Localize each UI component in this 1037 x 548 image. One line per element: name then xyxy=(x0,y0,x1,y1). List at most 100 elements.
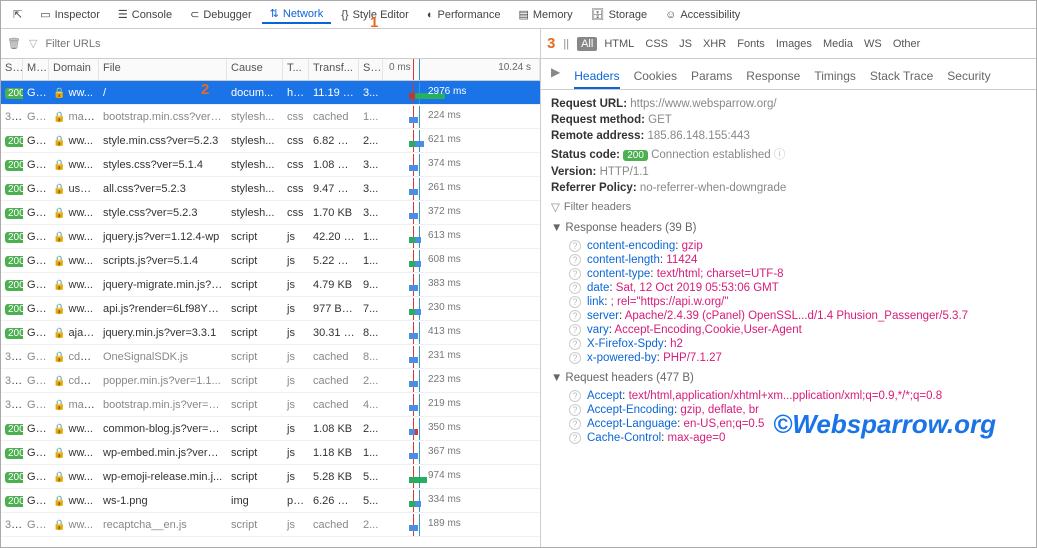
tab-response[interactable]: Response xyxy=(746,65,800,89)
help-icon[interactable]: ? xyxy=(569,296,581,308)
header-item: ?content-length: 11424 xyxy=(569,254,1026,266)
help-icon[interactable]: ? xyxy=(569,390,581,402)
filter-urls-input[interactable] xyxy=(45,38,534,50)
request-row[interactable]: 200GET🔒 ajax...jquery.min.js?ver=3.3.1sc… xyxy=(1,321,540,345)
request-row[interactable]: 200GET🔒 ww...styles.css?ver=5.1.4stylesh… xyxy=(1,153,540,177)
tab-stack-trace[interactable]: Stack Trace xyxy=(870,65,933,89)
col-domain[interactable]: Domain xyxy=(49,59,99,80)
filter-type-all[interactable]: All xyxy=(577,37,597,51)
table-header: S... Met Domain File Cause T... Transf..… xyxy=(1,59,540,81)
tool-picker[interactable]: ⇱ xyxy=(5,6,30,23)
brace-icon: {} xyxy=(341,9,348,21)
details-tabs: ▶ Headers Cookies Params Response Timings Sta… xyxy=(541,59,1036,90)
headers-detail: Request URL: https://www.websparrow.org/… xyxy=(541,90,1036,547)
devtools-toolbar: ⇱▭Inspector☰Console⊂Debugger⇅Network{}St… xyxy=(1,1,1036,29)
tab-timings[interactable]: Timings xyxy=(814,65,856,89)
help-icon[interactable]: ? xyxy=(569,254,581,266)
console-icon: ☰ xyxy=(118,8,128,21)
watermark: ©Websparrow.org xyxy=(773,409,996,440)
filter-headers-input[interactable] xyxy=(564,201,1026,213)
filter-type-xhr[interactable]: XHR xyxy=(699,37,730,51)
details-panel: 3 || All HTML CSS JS XHR Fonts Images Me… xyxy=(541,29,1036,547)
perf-icon: ◐ xyxy=(427,9,434,21)
col-transferred[interactable]: Transf... xyxy=(309,59,359,80)
request-row[interactable]: 304GET🔒 cdnj...popper.min.js?ver=1.1...s… xyxy=(1,369,540,393)
request-row[interactable]: 200GET🔒 ww...style.min.css?ver=5.2.3styl… xyxy=(1,129,540,153)
tool-debugger[interactable]: ⊂Debugger xyxy=(182,6,260,23)
filter-type-ws[interactable]: WS xyxy=(860,37,886,51)
request-row[interactable]: 200GET🔒 ww...wp-emoji-release.min.j...sc… xyxy=(1,465,540,489)
col-type[interactable]: T... xyxy=(283,59,309,80)
request-row[interactable]: 200GET🔒 ww...style.css?ver=5.2.3stylesh.… xyxy=(1,201,540,225)
network-panel: 🗑 ▽ S... Met Domain File Cause T... Tran… xyxy=(1,29,541,547)
header-item: ?vary: Accept-Encoding,Cookie,User-Agent xyxy=(569,324,1026,336)
debug-icon: ⊂ xyxy=(190,8,199,21)
request-row[interactable]: 200GET🔒 ww...ws-1.pngimgpng6.26 KB ...5.… xyxy=(1,489,540,513)
col-timeline[interactable]: 0 ms10.24 s xyxy=(383,59,540,80)
request-headers-section[interactable]: ▼ Request headers (477 B) xyxy=(551,372,1026,384)
tool-network[interactable]: ⇅Network xyxy=(262,5,332,24)
request-row[interactable]: 200GET🔒 use.f.all.css?ver=5.2.3stylesh..… xyxy=(1,177,540,201)
help-icon[interactable]: ? xyxy=(569,240,581,252)
tool-memory[interactable]: ▤Memory xyxy=(510,6,580,23)
filter-type-other[interactable]: Other xyxy=(889,37,925,51)
tab-headers[interactable]: Headers xyxy=(574,65,619,89)
help-icon[interactable]: ? xyxy=(569,282,581,294)
tool-accessibility[interactable]: ☺Accessibility xyxy=(657,7,748,23)
response-headers-section[interactable]: ▼ Response headers (39 B) xyxy=(551,222,1026,234)
request-row[interactable]: 200GET🔒 ww...wp-embed.min.js?ver=...scri… xyxy=(1,441,540,465)
header-item: ?content-type: text/html; charset=UTF-8 xyxy=(569,268,1026,280)
header-item: ?server: Apache/2.4.39 (cPanel) OpenSSL.… xyxy=(569,310,1026,322)
tab-cookies[interactable]: Cookies xyxy=(634,65,677,89)
col-file[interactable]: File xyxy=(99,59,227,80)
toggle-raw-icon[interactable]: ▶ xyxy=(551,65,560,89)
request-row[interactable]: 200GET🔒 ww...scripts.js?ver=5.1.4scriptj… xyxy=(1,249,540,273)
request-row[interactable]: 304GET🔒 maxc.bootstrap.min.css?ver=...st… xyxy=(1,105,540,129)
col-method[interactable]: Met xyxy=(23,59,49,80)
help-icon[interactable]: ? xyxy=(569,404,581,416)
filter-icon: ▽ xyxy=(551,200,560,214)
help-icon[interactable]: ? xyxy=(569,268,581,280)
filter-type-html[interactable]: HTML xyxy=(600,37,638,51)
annotation-2: 2 xyxy=(201,81,209,98)
help-icon[interactable]: ? xyxy=(569,310,581,322)
help-icon[interactable]: ? xyxy=(569,352,581,364)
filter-type-css[interactable]: CSS xyxy=(641,37,672,51)
tab-security[interactable]: Security xyxy=(947,65,990,89)
help-icon[interactable]: ? xyxy=(569,418,581,430)
help-icon[interactable]: ? xyxy=(569,432,581,444)
acc-icon: ☺ xyxy=(665,9,676,21)
help-icon[interactable]: ? xyxy=(569,338,581,350)
tab-params[interactable]: Params xyxy=(691,65,732,89)
header-item: ?content-encoding: gzip xyxy=(569,240,1026,252)
request-row[interactable]: 304GET🔒 ww...recaptcha__en.jsscriptjscac… xyxy=(1,513,540,537)
tool-storage[interactable]: 🗄Storage xyxy=(583,6,656,23)
filter-type-media[interactable]: Media xyxy=(819,37,857,51)
tool-performance[interactable]: ◐Performance xyxy=(419,7,509,23)
header-item: ?link: ; rel="https://api.w.org/" xyxy=(569,296,1026,308)
header-item: ?x-powered-by: PHP/7.1.27 xyxy=(569,352,1026,364)
request-row[interactable]: 200GET🔒 ww.../docum...ht...11.19 KB3...2… xyxy=(1,81,540,105)
filter-type-fonts[interactable]: Fonts xyxy=(733,37,769,51)
col-size[interactable]: S... xyxy=(359,59,383,80)
clear-button[interactable]: 🗑 xyxy=(7,37,21,50)
pause-icon[interactable]: || xyxy=(563,38,569,50)
header-item: ?date: Sat, 12 Oct 2019 05:53:06 GMT xyxy=(569,282,1026,294)
filter-type-images[interactable]: Images xyxy=(772,37,816,51)
filter-type-js[interactable]: JS xyxy=(675,37,696,51)
store-icon: 🗄 xyxy=(591,8,605,21)
info-icon[interactable]: ⓘ xyxy=(774,149,786,161)
request-row[interactable]: 200GET🔒 ww...common-blog.js?ver=1.0scrip… xyxy=(1,417,540,441)
request-row[interactable]: 304GET🔒 cdn...OneSignalSDK.jsscriptjscac… xyxy=(1,345,540,369)
help-icon[interactable]: ? xyxy=(569,324,581,336)
request-row[interactable]: 200GET🔒 ww...jquery-migrate.min.js?v...s… xyxy=(1,273,540,297)
box-icon: ▭ xyxy=(40,8,50,21)
annotation-3: 3 xyxy=(547,35,555,52)
tool-inspector[interactable]: ▭Inspector xyxy=(32,6,108,23)
request-row[interactable]: 304GET🔒 maxc.bootstrap.min.js?ver=4...sc… xyxy=(1,393,540,417)
tool-console[interactable]: ☰Console xyxy=(110,6,180,23)
request-row[interactable]: 200GET🔒 ww...api.js?render=6Lf98YU...scr… xyxy=(1,297,540,321)
col-status[interactable]: S... xyxy=(1,59,23,80)
col-cause[interactable]: Cause xyxy=(227,59,283,80)
request-row[interactable]: 200GET🔒 ww...jquery.js?ver=1.12.4-wpscri… xyxy=(1,225,540,249)
